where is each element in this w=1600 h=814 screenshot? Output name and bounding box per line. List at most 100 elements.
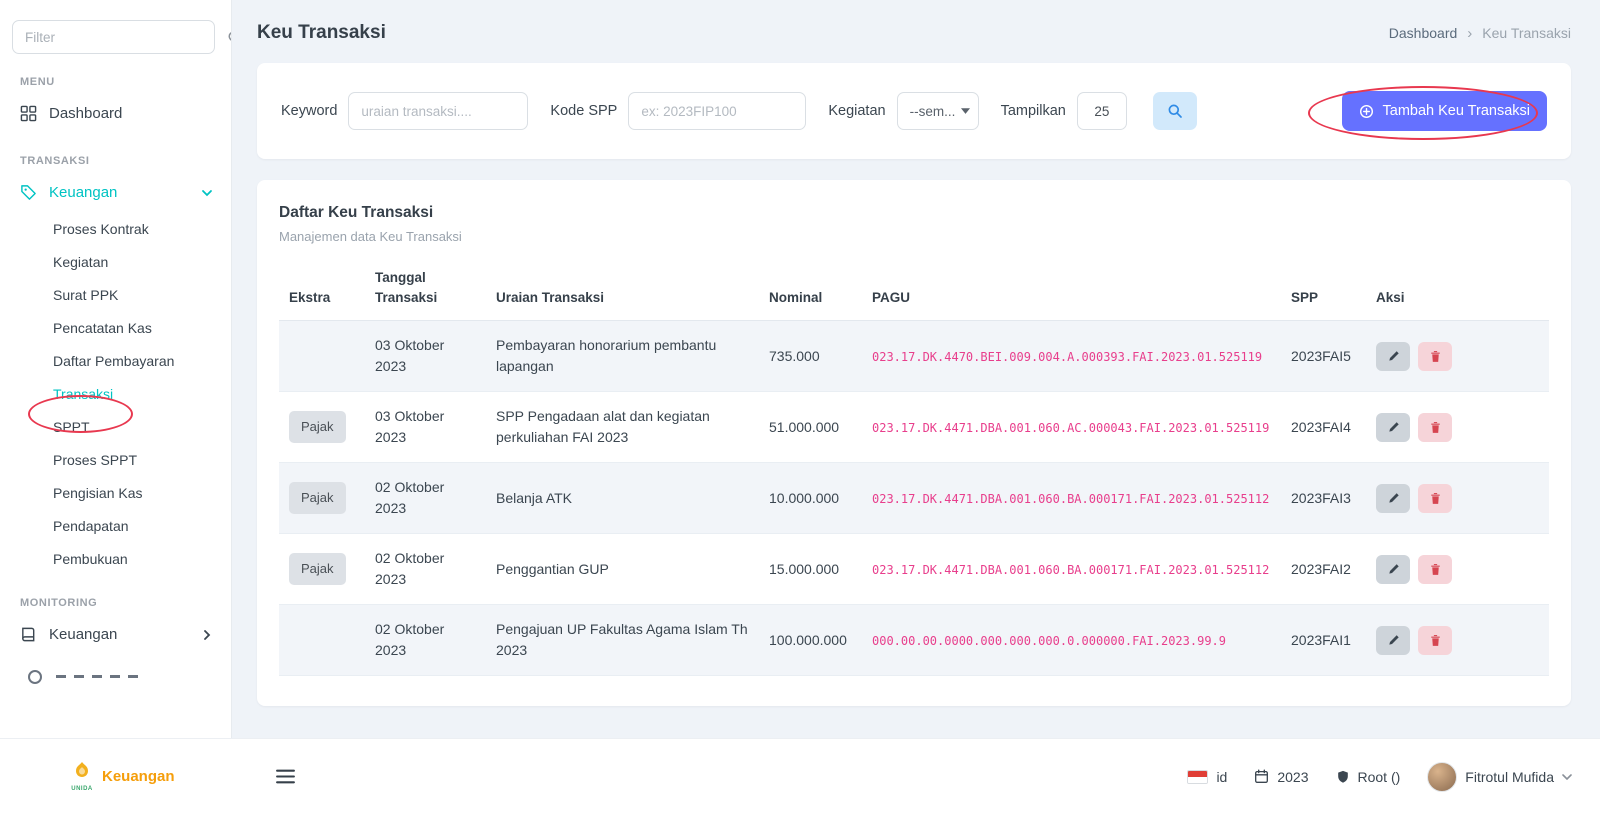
tanggal-cell: 03 Oktober 2023: [365, 321, 486, 392]
app-shell: MENU Dashboard TRANSAKSI Keuangan Proses…: [0, 0, 1600, 738]
language-label: id: [1216, 769, 1227, 785]
breadcrumb-current: Keu Transaksi: [1482, 25, 1571, 41]
sidebar: MENU Dashboard TRANSAKSI Keuangan Proses…: [0, 0, 232, 738]
spp-cell: 2023FAI5: [1281, 321, 1366, 392]
book-icon: [20, 626, 37, 643]
transaksi-section-label: TRANSAKSI: [20, 155, 231, 167]
edit-button[interactable]: [1376, 413, 1410, 442]
pagu-cell: 023.17.DK.4471.DBA.001.060.BA.000171.FAI…: [862, 534, 1281, 605]
sidebar-item-monitoring-keuangan[interactable]: Keuangan: [0, 615, 231, 654]
table-title: Daftar Keu Transaksi: [279, 204, 1549, 222]
sidebar-item-surat-ppk[interactable]: Surat PPK: [0, 278, 231, 311]
pencil-icon: [1387, 492, 1400, 505]
main-content: Keu Transaksi Dashboard › Keu Transaksi …: [232, 0, 1600, 738]
edit-button[interactable]: [1376, 626, 1410, 655]
kode-spp-label: Kode SPP: [550, 103, 617, 119]
nominal-cell: 735.000: [759, 321, 862, 392]
user-avatar: [1427, 762, 1457, 792]
delete-button[interactable]: [1418, 626, 1452, 655]
sidebar-item-sppt[interactable]: SPPT: [0, 410, 231, 443]
sidebar-item-pencatatan-kas[interactable]: Pencatatan Kas: [0, 311, 231, 344]
user-menu[interactable]: Fitrotul Mufida: [1427, 762, 1572, 792]
role-indicator[interactable]: Root (): [1336, 769, 1401, 785]
sidebar-item-pengisian-kas[interactable]: Pengisian Kas: [0, 476, 231, 509]
sidebar-item-proses-sppt[interactable]: Proses SPPT: [0, 443, 231, 476]
aksi-cell: [1366, 392, 1549, 463]
sidebar-item-transaksi[interactable]: Transaksi: [0, 377, 231, 410]
edit-button[interactable]: [1376, 342, 1410, 371]
sidebar-item-daftar-pembayaran[interactable]: Daftar Pembayaran: [0, 344, 231, 377]
keyword-input[interactable]: [348, 92, 528, 130]
delete-button[interactable]: [1418, 484, 1452, 513]
trash-icon: [1429, 350, 1442, 363]
edit-button[interactable]: [1376, 484, 1410, 513]
sidebar-item-kegiatan[interactable]: Kegiatan: [0, 245, 231, 278]
aksi-cell: [1366, 463, 1549, 534]
kode-spp-input[interactable]: [628, 92, 806, 130]
kegiatan-select[interactable]: --sem...: [897, 92, 979, 130]
table-row: Pajak02 Oktober 2023Belanja ATK10.000.00…: [279, 463, 1549, 534]
spp-cell: 2023FAI1: [1281, 605, 1366, 676]
uraian-cell: Pengajuan UP Fakultas Agama Islam Th 202…: [486, 605, 759, 676]
chevron-down-icon: [201, 187, 213, 199]
delete-button[interactable]: [1418, 413, 1452, 442]
year-selector[interactable]: 2023: [1254, 769, 1308, 785]
delete-button[interactable]: [1418, 555, 1452, 584]
uraian-cell: Penggantian GUP: [486, 534, 759, 605]
table-row: 02 Oktober 2023Pengajuan UP Fakultas Aga…: [279, 605, 1549, 676]
ekstra-cell: Pajak: [279, 534, 365, 605]
caret-down-icon: [961, 108, 970, 114]
col-nominal: Nominal: [759, 260, 862, 321]
pajak-badge: Pajak: [289, 411, 346, 443]
pagu-cell: 023.17.DK.4471.DBA.001.060.BA.000171.FAI…: [862, 463, 1281, 534]
trash-icon: [1429, 492, 1442, 505]
transactions-table: Ekstra Tanggal Transaksi Uraian Transaks…: [279, 260, 1549, 676]
sidebar-filter-input[interactable]: [12, 20, 215, 54]
tampilkan-input[interactable]: [1077, 92, 1127, 130]
tag-icon: [20, 184, 37, 201]
sidebar-item-pendapatan[interactable]: Pendapatan: [0, 509, 231, 542]
page-header: Keu Transaksi Dashboard › Keu Transaksi: [257, 22, 1571, 44]
kode-spp-filter-group: Kode SPP: [550, 92, 806, 130]
ekstra-cell: [279, 605, 365, 676]
col-ekstra: Ekstra: [279, 260, 365, 321]
shield-icon: [1336, 770, 1350, 784]
kegiatan-selected-value: --sem...: [910, 104, 956, 119]
footer-bar: UNIDA Keuangan id 2023 Root () Fitrotul …: [0, 738, 1600, 814]
sidebar-item-proses-kontrak[interactable]: Proses Kontrak: [0, 212, 231, 245]
sidebar-item-dashboard[interactable]: Dashboard: [0, 94, 231, 133]
hamburger-icon: [275, 768, 296, 785]
filter-card: Keyword Kode SPP Kegiatan --sem... Tampi…: [257, 63, 1571, 159]
footer-right: id 2023 Root () Fitrotul Mufida: [1187, 762, 1572, 792]
dashboard-icon: [20, 105, 37, 122]
nominal-cell: 100.000.000: [759, 605, 862, 676]
brand[interactable]: UNIDA Keuangan: [70, 761, 175, 792]
sidebar-filter-row: [0, 20, 231, 54]
sidebar-item-label: Dashboard: [49, 105, 213, 122]
menu-section-label: MENU: [20, 76, 231, 88]
delete-button[interactable]: [1418, 342, 1452, 371]
role-label: Root (): [1358, 769, 1401, 785]
spp-cell: 2023FAI2: [1281, 534, 1366, 605]
sidebar-item-pembukuan[interactable]: Pembukuan: [0, 542, 231, 575]
sidebar-toggle-button[interactable]: [275, 768, 296, 785]
add-keu-transaksi-button[interactable]: Tambah Keu Transaksi: [1342, 91, 1548, 131]
uraian-cell: Pembayaran honorarium pembantu lapangan: [486, 321, 759, 392]
clipped-icon: [28, 670, 42, 684]
page-title: Keu Transaksi: [257, 22, 386, 44]
spp-cell: 2023FAI4: [1281, 392, 1366, 463]
pencil-icon: [1387, 350, 1400, 363]
calendar-icon: [1254, 769, 1269, 784]
edit-button[interactable]: [1376, 555, 1410, 584]
monitoring-section-label: MONITORING: [20, 597, 231, 609]
ekstra-cell: Pajak: [279, 463, 365, 534]
breadcrumb-dashboard-link[interactable]: Dashboard: [1389, 25, 1458, 41]
col-pagu: PAGU: [862, 260, 1281, 321]
sidebar-item-keuangan[interactable]: Keuangan: [0, 173, 231, 212]
ekstra-cell: [279, 321, 365, 392]
nominal-cell: 10.000.000: [759, 463, 862, 534]
language-selector[interactable]: id: [1187, 769, 1227, 785]
search-button[interactable]: [1153, 92, 1197, 130]
indonesia-flag-icon: [1187, 770, 1208, 784]
col-tanggal-transaksi: Tanggal Transaksi: [365, 260, 486, 321]
